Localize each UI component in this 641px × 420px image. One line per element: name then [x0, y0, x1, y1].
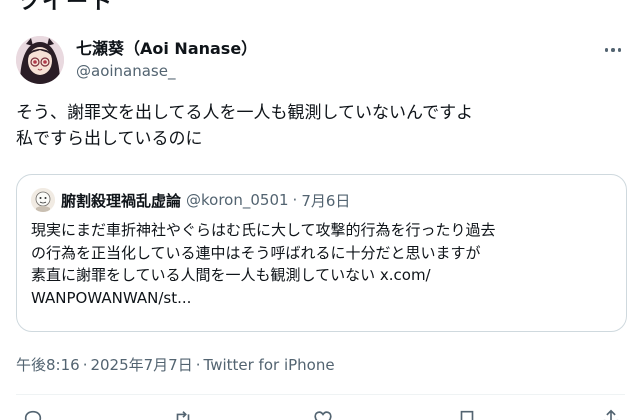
- bookmark-icon: [460, 410, 474, 420]
- tweet-metadata: 午後8:16 · 2025年7月7日 · Twitter for iPhone: [16, 354, 335, 375]
- quoted-tweet-header: 腑割殺理禍乱虚論 @koron_0501 · 7月6日: [31, 188, 350, 212]
- more-dot: [617, 48, 622, 52]
- more-horizontal-icon: [604, 48, 609, 52]
- tweet-source[interactable]: Twitter for iPhone: [204, 356, 335, 374]
- tweet-line: 私ですら出しているのに: [16, 129, 203, 149]
- quoted-tweet-text: 現実にまだ車折神社やぐらはむ氏に大して攻撃的行為を行ったり過去 の行為を正当化し…: [31, 219, 621, 309]
- tweet-text: そう、謝罪文を出してる人を一人も観測していないんですよ 私ですら出しているのに: [16, 100, 625, 152]
- quoted-author-display-name: 腑割殺理禍乱虚論: [61, 191, 182, 210]
- quoted-line: の行為を正当化している連中はそう呼ばれるに十分だと思いますが: [31, 243, 481, 262]
- tweet-line: そう、謝罪文を出してる人を一人も観測していないんですよ: [16, 103, 474, 123]
- retweet-icon: [176, 411, 190, 420]
- more-options-button[interactable]: [601, 38, 625, 62]
- heart-icon: [314, 411, 332, 420]
- reply-button[interactable]: [22, 408, 44, 420]
- quoted-line: 素直に謝罪をしている人間を一人も観測していない x.com/: [31, 266, 431, 284]
- bookmark-button[interactable]: [456, 408, 478, 420]
- more-dot: [611, 48, 615, 52]
- share-button[interactable]: [600, 408, 622, 420]
- quoted-tweet-card[interactable]: 腑割殺理禍乱虚論 @koron_0501 · 7月6日 現実にまだ車折神社やぐら…: [16, 174, 627, 332]
- header-fragment: ツイート: [18, 0, 115, 15]
- quoted-line: 現実にまだ車折神社やぐらはむ氏に大して攻撃的行為を行ったり過去: [31, 221, 496, 239]
- action-bar: [16, 408, 625, 420]
- author-display-name[interactable]: 七瀬葵（Aoi Nanase）: [76, 38, 257, 60]
- author-names: 七瀬葵（Aoi Nanase） @aoinanase_: [76, 38, 257, 81]
- tweet-time[interactable]: 午後8:16: [16, 356, 80, 374]
- author-handle[interactable]: @aoinanase_: [76, 61, 257, 81]
- quoted-author-handle: @koron_0501: [186, 191, 289, 209]
- tweet-author: 七瀬葵（Aoi Nanase） @aoinanase_: [16, 36, 625, 86]
- like-button[interactable]: [312, 408, 334, 420]
- retweet-button[interactable]: [172, 408, 194, 420]
- quoted-line: WANPOWANWAN/st...: [31, 288, 192, 307]
- tweet-date[interactable]: 2025年7月7日: [90, 356, 192, 374]
- reply-icon: [24, 410, 42, 420]
- meta-separator: ·: [195, 356, 201, 374]
- divider: [16, 394, 625, 395]
- quoted-tweet-date: 7月6日: [301, 191, 351, 210]
- share-icon: [603, 409, 619, 420]
- quoted-separator: ·: [292, 191, 298, 209]
- quoted-author-avatar: [31, 188, 55, 212]
- author-avatar[interactable]: [16, 36, 64, 84]
- meta-separator: ·: [82, 356, 88, 374]
